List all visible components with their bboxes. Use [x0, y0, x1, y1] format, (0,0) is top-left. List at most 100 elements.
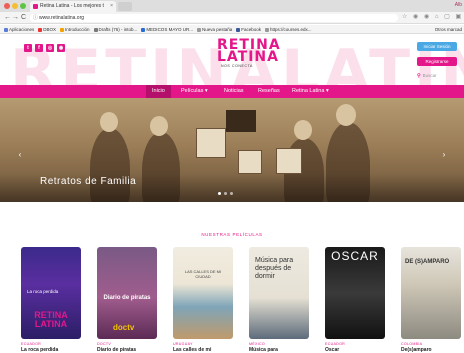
login-button[interactable]: Iniciar Sesión: [417, 42, 457, 51]
bookmark-item[interactable]: Facebook: [236, 25, 262, 33]
bookmark-favicon-icon: [265, 27, 270, 32]
bookmark-item[interactable]: Nueva pestaña: [196, 25, 233, 33]
movie-title[interactable]: Oscar: [325, 347, 339, 353]
address-url: www.retinalatina.org: [39, 15, 85, 21]
movie-title[interactable]: Las calles de mi: [173, 347, 211, 353]
hero-frame: [276, 148, 302, 174]
movie-poster[interactable]: LAS CALLES DE MI CIUDAD: [173, 247, 233, 339]
movie-card[interactable]: Música para después de dormir: [249, 247, 309, 339]
movie-card[interactable]: DE (S)AMPARO: [401, 247, 461, 339]
main-nav: Inicio Películas ▾ Noticias Reseñas Reti…: [0, 85, 464, 98]
movie-poster[interactable]: La roca perdida RETINA LATINA: [21, 247, 81, 339]
search-label: Buscar: [422, 73, 437, 78]
hero-title: Retratos de Familia: [40, 176, 137, 187]
minimize-window-icon[interactable]: [12, 3, 18, 9]
zoom-window-icon[interactable]: [20, 3, 26, 9]
movie-poster[interactable]: Diario de piratas doctv: [97, 247, 157, 339]
movie-poster[interactable]: DE (S)AMPARO: [401, 247, 461, 339]
movie-poster[interactable]: Música para después de dormir: [249, 247, 309, 339]
movie-country: URUGUAY: [173, 342, 193, 346]
bookmark-favicon-icon: [141, 27, 146, 32]
bookmark-label: Nueva pestaña: [201, 27, 233, 32]
bookmark-item[interactable]: DBOX: [38, 25, 56, 33]
close-window-icon[interactable]: [4, 3, 10, 9]
browser-tab[interactable]: Retina Latina - Los mejores t ×: [30, 1, 116, 12]
hero-dot[interactable]: [224, 192, 227, 195]
browser-tab-bar: Retina Latina - Los mejores t × Alb: [0, 0, 464, 12]
movie-title[interactable]: La roca perdida: [21, 347, 58, 353]
hero-dot[interactable]: [218, 192, 221, 195]
site-header: RETINALATIN t f ◎ ◉ RETINA LATINA NOS CO…: [0, 35, 464, 85]
browser-toolbar: ← → C ⓘ www.retinalatina.org ☆ ◉ ◉ ⌂ ▢ ▣…: [0, 12, 464, 24]
bookmark-item[interactable]: Drafts (76) - intob...: [93, 25, 137, 33]
info-icon[interactable]: ⓘ: [33, 14, 38, 22]
section-title: NUESTRAS PELÍCULAS: [201, 232, 263, 237]
nav-item-resenas[interactable]: Reseñas: [258, 85, 280, 98]
bookmark-label: MEDICOS MAYO UR...: [146, 27, 193, 32]
movie-country: COLOMBIA: [401, 342, 423, 346]
hero-dot[interactable]: [230, 192, 233, 195]
movie-title[interactable]: De(s)amparo: [401, 347, 432, 353]
other-bookmarks[interactable]: Otros marcad: [435, 25, 462, 33]
movie-card[interactable]: La roca perdida RETINA LATINA: [21, 247, 81, 339]
hero-face: [294, 120, 312, 140]
bookmark-label: Facebook: [241, 27, 262, 32]
bookmark-item[interactable]: Introducción: [60, 25, 90, 33]
hero-pagination: [218, 192, 233, 195]
movie-poster[interactable]: OSCAR: [325, 247, 385, 339]
hero-face: [336, 104, 356, 126]
hero-projector: [226, 110, 256, 132]
facebook-icon[interactable]: f: [35, 44, 43, 52]
movie-card[interactable]: Diario de piratas doctv: [97, 247, 157, 339]
hero-prev-icon[interactable]: ‹: [16, 150, 24, 160]
bookmark-favicon-icon: [196, 27, 201, 32]
reload-icon[interactable]: C: [21, 13, 26, 23]
movie-card[interactable]: LAS CALLES DE MI CIUDAD: [173, 247, 233, 339]
new-tab-button[interactable]: [118, 2, 132, 11]
toolbar-extension-icons[interactable]: ☆ ◉ ◉ ⌂ ▢ ▣ ⋮: [402, 13, 464, 20]
movie-country: ECUADOR: [325, 342, 346, 346]
poster-logo: doctv: [113, 323, 135, 332]
nav-item-peliculas[interactable]: Películas ▾: [181, 85, 208, 98]
movie-card[interactable]: OSCAR: [325, 247, 385, 339]
profile-chip[interactable]: Alb: [455, 2, 462, 8]
poster-logo: RETINA LATINA: [34, 310, 68, 329]
search-icon: ⚲: [417, 73, 421, 79]
back-icon[interactable]: ←: [4, 13, 11, 23]
poster-title: La roca perdida: [27, 289, 59, 294]
movie-country: DOCTV: [97, 342, 112, 346]
poster-title: LAS CALLES DE MI CIUDAD: [184, 269, 222, 279]
bookmark-favicon-icon: [4, 27, 8, 32]
address-bar[interactable]: ⓘ www.retinalatina.org: [30, 14, 398, 22]
nav-item-retina-latina[interactable]: Retina Latina ▾: [292, 85, 329, 98]
forward-icon[interactable]: →: [12, 13, 19, 23]
hero-frame: [238, 150, 262, 174]
register-button[interactable]: Registrarse: [417, 57, 457, 66]
poster-title: DE (S)AMPARO: [405, 259, 450, 265]
bookmark-favicon-icon: [93, 27, 98, 32]
nav-item-noticias[interactable]: Noticias: [224, 85, 244, 98]
tab-close-icon[interactable]: ×: [110, 1, 113, 12]
logo-tagline: NOS CONECTA: [220, 64, 253, 68]
logo-line2: LATINA: [217, 49, 279, 65]
movie-country: ECUADOR: [21, 342, 42, 346]
hero-face: [100, 112, 118, 132]
movie-title[interactable]: Diario de piratas: [97, 347, 136, 353]
nav-item-inicio[interactable]: Inicio: [146, 85, 171, 98]
bookmark-item[interactable]: Aplicaciones: [4, 25, 35, 33]
instagram-icon[interactable]: ◎: [46, 44, 54, 52]
hero-next-icon[interactable]: ›: [440, 150, 448, 160]
rss-icon[interactable]: ◉: [57, 44, 65, 52]
bookmark-item[interactable]: MEDICOS MAYO UR...: [141, 25, 193, 33]
bookmark-favicon-icon: [60, 27, 65, 32]
tab-title: Retina Latina - Los mejores t: [40, 3, 104, 9]
bookmark-item[interactable]: https://courses.edx...: [265, 25, 312, 33]
social-links: t f ◎ ◉: [24, 44, 65, 52]
site-search[interactable]: ⚲ Buscar: [417, 73, 437, 79]
movie-country: MÉXICO: [249, 342, 265, 346]
movie-title[interactable]: Música para: [249, 347, 278, 353]
twitter-icon[interactable]: t: [24, 44, 32, 52]
site-logo[interactable]: RETINA LATINA NOS CONECTA: [217, 38, 280, 68]
bookmark-label: https://courses.edx...: [270, 27, 312, 32]
bookmark-label: Aplicaciones: [9, 27, 35, 32]
